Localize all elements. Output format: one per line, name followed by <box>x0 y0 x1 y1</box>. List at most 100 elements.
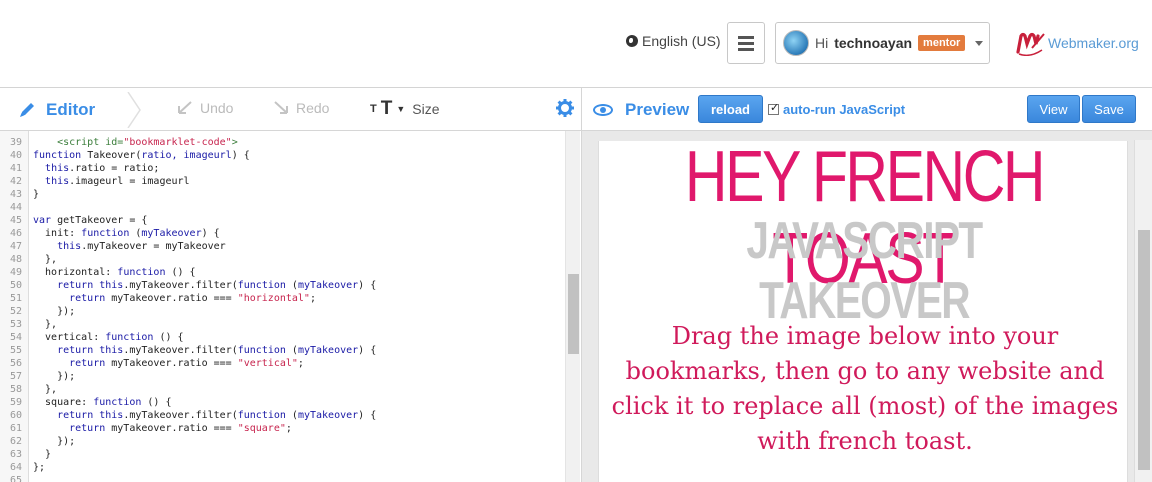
editor-toolbar: Editor Undo Redo T T ▼ Size Preview relo… <box>0 88 1152 131</box>
code-line[interactable]: 55 return this.myTakeover.filter(functio… <box>0 344 560 357</box>
line-number: 46 <box>9 228 22 239</box>
view-button[interactable]: View <box>1027 95 1080 123</box>
line-number: 50 <box>9 280 22 291</box>
preview-scrollbar[interactable] <box>1134 140 1152 482</box>
code-text[interactable]: square: function () { <box>33 396 171 409</box>
autorun-checkbox[interactable] <box>768 101 779 115</box>
code-line[interactable]: 43} <box>0 188 560 201</box>
code-lines[interactable]: 39 <script id="bookmarklet-code"> 40 funct… <box>0 136 560 482</box>
code-line[interactable]: 47 this.myTakeover = myTakeover <box>0 240 560 253</box>
undo-button[interactable]: Undo <box>176 100 233 116</box>
code-text[interactable]: } <box>33 188 39 201</box>
code-line[interactable]: 58 }, <box>0 383 560 396</box>
code-text[interactable]: }); <box>33 435 75 448</box>
code-line[interactable]: 60 return this.myTakeover.filter(functio… <box>0 409 560 422</box>
reload-button[interactable]: reload <box>698 95 763 123</box>
code-line[interactable]: 41 this.ratio = ratio; <box>0 162 560 175</box>
code-text[interactable]: return myTakeover.ratio === "square"; <box>33 422 292 435</box>
size-label: Size <box>412 100 440 117</box>
line-number: 52 <box>9 306 22 317</box>
mentor-badge: mentor <box>918 35 966 51</box>
autorun-label: auto-run JavaScript <box>783 102 906 117</box>
preview-scrollbar-thumb[interactable] <box>1138 230 1150 470</box>
code-line[interactable]: 44 <box>0 201 560 214</box>
code-line[interactable]: 57 }); <box>0 370 560 383</box>
code-text[interactable]: }); <box>33 370 75 383</box>
redo-button[interactable]: Redo <box>272 100 329 116</box>
line-number: 48 <box>9 254 22 265</box>
code-line[interactable]: 50 return this.myTakeover.filter(functio… <box>0 279 560 292</box>
editor-label: Editor <box>46 99 96 119</box>
webmaker-logo-icon <box>1016 32 1045 56</box>
line-number: 41 <box>9 163 22 174</box>
line-number: 65 <box>9 475 22 482</box>
code-text[interactable]: }, <box>33 253 57 266</box>
autorun-javascript-toggle[interactable]: auto-run JavaScript <box>768 101 906 117</box>
code-text[interactable]: this.imageurl = imageurl <box>33 175 190 188</box>
redo-label: Redo <box>296 100 330 116</box>
code-text[interactable]: this.ratio = ratio; <box>33 162 159 175</box>
code-line[interactable]: 62 }); <box>0 435 560 448</box>
code-text[interactable]: return this.myTakeover.filter(function (… <box>33 409 376 422</box>
code-line[interactable]: 65 <box>0 474 560 482</box>
code-line[interactable]: 39 <script id="bookmarklet-code"> <box>0 136 560 149</box>
code-line[interactable]: 53 }, <box>0 318 560 331</box>
font-size-button[interactable]: T T ▼ Size <box>370 99 440 118</box>
editor-scrollbar-thumb[interactable] <box>568 274 579 354</box>
line-number: 60 <box>9 410 22 421</box>
code-line[interactable]: 54 vertical: function () { <box>0 331 560 344</box>
line-number: 58 <box>9 384 22 395</box>
code-line[interactable]: 56 return myTakeover.ratio === "vertical… <box>0 357 560 370</box>
preview-pane: HEY FRENCH TOAST JAVASCRIPT TAKEOVER Dra… <box>582 131 1152 482</box>
code-line[interactable]: 51 return myTakeover.ratio === "horizont… <box>0 292 560 305</box>
code-text[interactable]: return this.myTakeover.filter(function (… <box>33 344 376 357</box>
line-number: 64 <box>9 462 22 473</box>
code-line[interactable]: 45 var getTakeover = { <box>0 214 560 227</box>
undo-label: Undo <box>200 100 234 116</box>
preview-instructions: Drag the image below into your bookmarks… <box>611 322 1119 455</box>
tab-preview[interactable]: Preview <box>593 88 689 131</box>
code-editor[interactable]: 39 <script id="bookmarklet-code"> 40 funct… <box>0 131 581 482</box>
code-line[interactable]: 63 } <box>0 448 560 461</box>
code-line[interactable]: 52 }); <box>0 305 560 318</box>
webmaker-brand-link[interactable]: Webmaker.org <box>1016 30 1139 56</box>
font-size-icon-small: T <box>370 102 377 115</box>
language-selector[interactable]: English (US) <box>626 33 721 49</box>
code-line[interactable]: 61 return myTakeover.ratio === "square"; <box>0 422 560 435</box>
code-text[interactable]: init: function (myTakeover) { <box>33 227 220 240</box>
code-text[interactable]: var getTakeover = { <box>33 214 147 227</box>
hamburger-icon-bar <box>738 47 754 51</box>
code-line[interactable]: 40 function Takeover(ratio, imageurl) { <box>0 149 560 162</box>
globe-icon <box>626 35 638 47</box>
code-line[interactable]: 49 horizontal: function () { <box>0 266 560 279</box>
code-text[interactable]: horizontal: function () { <box>33 266 196 279</box>
username: technoayan <box>834 35 913 51</box>
code-text[interactable]: vertical: function () { <box>33 331 184 344</box>
code-text[interactable]: return this.myTakeover.filter(function (… <box>33 279 376 292</box>
tab-editor[interactable]: Editor <box>18 88 95 131</box>
hamburger-menu-button[interactable] <box>727 22 765 64</box>
code-text[interactable]: function Takeover(ratio, imageurl) { <box>33 149 250 162</box>
font-size-icon-big: T <box>380 98 393 119</box>
hamburger-icon <box>738 35 754 39</box>
gear-icon[interactable] <box>556 99 574 117</box>
save-button[interactable]: Save <box>1082 95 1136 123</box>
code-text[interactable]: }); <box>33 305 75 318</box>
line-number: 57 <box>9 371 22 382</box>
code-line[interactable]: 64}; <box>0 461 560 474</box>
code-text[interactable]: return myTakeover.ratio === "horizontal"… <box>33 292 316 305</box>
code-text[interactable]: this.myTakeover = myTakeover <box>33 240 226 253</box>
user-menu-button[interactable]: Hi technoayan mentor <box>775 22 990 64</box>
code-line[interactable]: 42 this.imageurl = imageurl <box>0 175 560 188</box>
editor-scrollbar[interactable] <box>565 131 580 482</box>
code-text[interactable]: }, <box>33 318 57 331</box>
code-text[interactable]: } <box>33 448 51 461</box>
language-label: English (US) <box>642 33 721 49</box>
code-line[interactable]: 59 square: function () { <box>0 396 560 409</box>
code-line[interactable]: 46 init: function (myTakeover) { <box>0 227 560 240</box>
code-line[interactable]: 48 }, <box>0 253 560 266</box>
code-text[interactable]: }; <box>33 461 45 474</box>
code-text[interactable]: <script id="bookmarklet-code"> <box>33 136 238 149</box>
code-text[interactable]: return myTakeover.ratio === "vertical"; <box>33 357 304 370</box>
code-text[interactable]: }, <box>33 383 57 396</box>
